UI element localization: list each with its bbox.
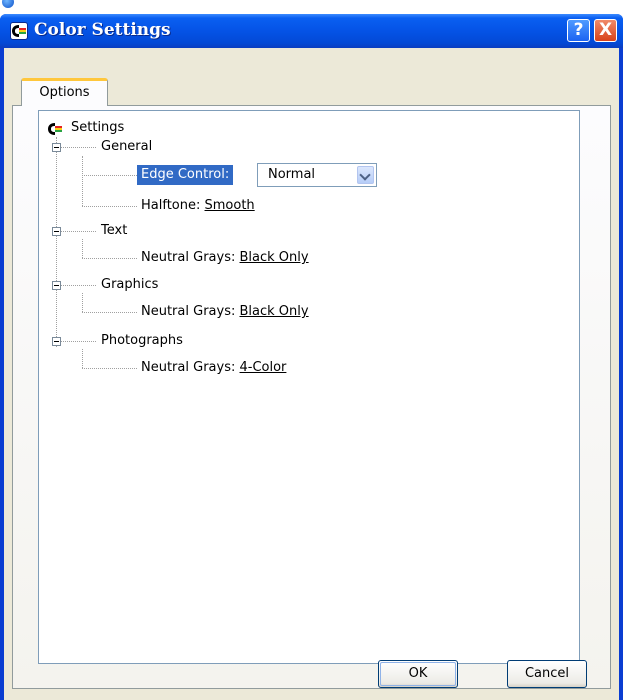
tree-connector [56, 147, 96, 148]
chevron-down-icon[interactable] [357, 166, 374, 184]
settings-root-icon [47, 121, 63, 137]
tree-connector [82, 206, 137, 207]
help-button[interactable]: ? [567, 19, 590, 42]
collapse-graphics-icon[interactable] [52, 281, 61, 290]
graphics-neutral-grays-item[interactable]: Neutral Grays: Black Only [141, 303, 309, 321]
graphics-neutral-grays-label: Neutral Grays: [141, 304, 236, 319]
tree-connector [56, 285, 96, 286]
tree-connector [56, 341, 96, 342]
ok-button[interactable]: OK [378, 660, 458, 688]
dialog-client-area: Options Settings General Edge Control: N… [4, 48, 619, 700]
tree-connector [82, 293, 83, 312]
dialog-title: Color Settings [34, 20, 171, 40]
edge-control-label[interactable]: Edge Control: [137, 165, 234, 185]
tree-connector [56, 231, 96, 232]
tree-group-graphics[interactable]: Graphics [101, 276, 158, 294]
collapse-text-icon[interactable] [52, 227, 61, 236]
tree-connector [82, 156, 83, 206]
tree-connector [82, 175, 137, 176]
app-icon [10, 22, 28, 40]
color-settings-dialog: Color Settings ? X Options Settings Gene… [0, 14, 623, 700]
parent-app-icon [2, 0, 14, 8]
halftone-item[interactable]: Halftone: Smooth [141, 197, 255, 215]
graphics-neutral-grays-value[interactable]: Black Only [240, 304, 309, 319]
text-neutral-grays-item[interactable]: Neutral Grays: Black Only [141, 249, 309, 267]
tree-connector [82, 239, 83, 258]
tree-group-general[interactable]: General [101, 138, 152, 156]
collapse-general-icon[interactable] [52, 143, 61, 152]
collapse-photographs-icon[interactable] [52, 337, 61, 346]
edge-control-dropdown[interactable]: Normal [257, 163, 377, 187]
halftone-value[interactable]: Smooth [205, 198, 255, 213]
tree-connector [82, 349, 83, 368]
settings-tree[interactable]: Settings General Edge Control: Normal Ha… [38, 110, 580, 664]
tree-connector [56, 137, 57, 347]
tab-options[interactable]: Options [21, 78, 108, 106]
text-neutral-grays-value[interactable]: Black Only [240, 250, 309, 265]
title-bar[interactable]: Color Settings ? X [0, 14, 623, 48]
close-button[interactable]: X [594, 19, 617, 42]
halftone-label: Halftone: [141, 198, 201, 213]
edge-control-value: Normal [268, 167, 316, 182]
tree-group-text[interactable]: Text [101, 222, 127, 240]
tree-connector [82, 368, 137, 369]
photographs-neutral-grays-item[interactable]: Neutral Grays: 4-Color [141, 359, 286, 377]
photographs-neutral-grays-label: Neutral Grays: [141, 360, 236, 375]
text-neutral-grays-label: Neutral Grays: [141, 250, 236, 265]
cancel-button[interactable]: Cancel [507, 660, 587, 688]
parent-window-strip [0, 0, 623, 14]
tree-group-photographs[interactable]: Photographs [101, 332, 183, 350]
tree-connector [82, 258, 137, 259]
tree-root-label[interactable]: Settings [71, 119, 124, 137]
tree-connector [82, 312, 137, 313]
photographs-neutral-grays-value[interactable]: 4-Color [240, 360, 287, 375]
